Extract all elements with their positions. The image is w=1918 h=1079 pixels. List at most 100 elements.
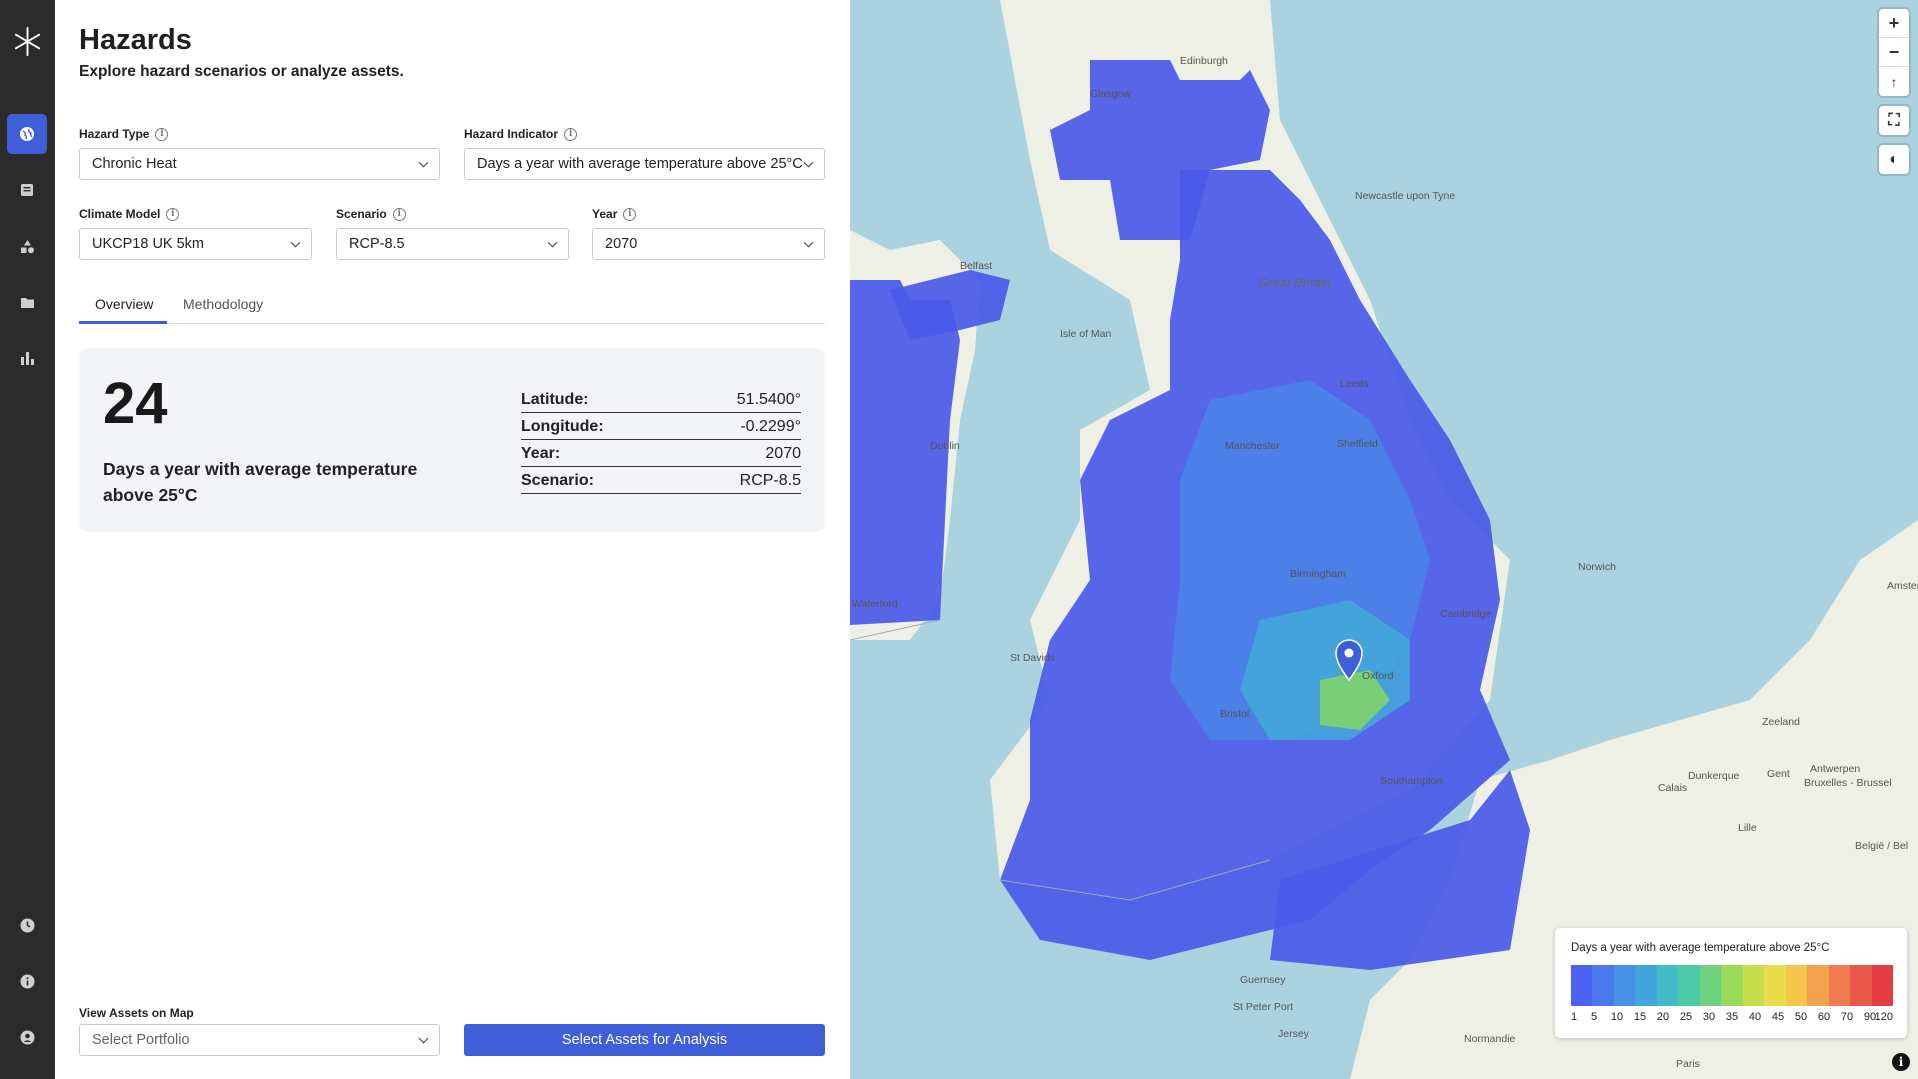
detail-key: Year:: [521, 445, 561, 462]
climate-model-value: UKCP18 UK 5km: [92, 236, 205, 252]
legend-tick-label: 45: [1771, 1011, 1785, 1023]
chevron-down-icon: [803, 157, 814, 167]
legend-tick-label: 40: [1748, 1011, 1762, 1023]
tab-methodology[interactable]: Methodology: [183, 296, 263, 312]
year-select[interactable]: 2070: [592, 228, 825, 260]
map-style-button[interactable]: ◐: [1879, 145, 1909, 174]
map-label-bruxelles: Bruxelles - Brussel: [1804, 777, 1892, 789]
attribution-info-icon[interactable]: i: [1892, 1053, 1910, 1071]
map-label-sheffield: Sheffield: [1337, 438, 1378, 450]
legend-swatch: [1678, 965, 1700, 1006]
hazard-type-select[interactable]: Chronic Heat: [79, 148, 440, 180]
legend-tick-label: 30: [1702, 1011, 1716, 1023]
detail-tabs: Overview Methodology: [79, 288, 825, 324]
map-label-guernsey: Guernsey: [1240, 974, 1286, 986]
bar-chart-icon: [20, 352, 34, 365]
map-label-leeds: Leeds: [1340, 378, 1369, 390]
map-label-glasgow: Glasgow: [1090, 88, 1131, 100]
map-label-cambridge: Cambridge: [1440, 608, 1492, 620]
nav-analytics[interactable]: [7, 338, 47, 378]
legend-swatch: [1613, 965, 1636, 1006]
hazard-indicator-select[interactable]: Days a year with average temperature abo…: [464, 148, 825, 180]
style-control: ◐: [1879, 145, 1909, 174]
nav-folders[interactable]: [7, 282, 47, 322]
view-assets-label: View Assets on Map: [79, 1006, 194, 1020]
scenario-label: Scenario i: [336, 207, 406, 221]
fullscreen-button[interactable]: ⛶: [1879, 106, 1909, 135]
legend-swatch: [1571, 965, 1593, 1006]
legend-swatch: [1764, 965, 1786, 1006]
map-label-normandie: Normandie: [1464, 1033, 1516, 1045]
hazard-type-label-text: Hazard Type: [79, 127, 150, 141]
legend-swatch: [1592, 965, 1614, 1006]
zoom-out-button[interactable]: −: [1879, 38, 1909, 67]
active-tab-indicator: [79, 321, 167, 324]
nav-history[interactable]: [7, 905, 47, 945]
legend-swatch: [1807, 965, 1829, 1006]
zoom-controls: + − ↑: [1879, 9, 1909, 96]
legend-tick-label: 60: [1817, 1011, 1831, 1023]
nav-info[interactable]: [7, 961, 47, 1001]
scenario-value: RCP-8.5: [349, 236, 405, 252]
hazard-indicator-label: Hazard Indicator i: [464, 127, 578, 141]
info-icon[interactable]: i: [392, 207, 406, 221]
map-label-waterford: Waterford: [852, 598, 898, 610]
detail-row: Longitude: -0.2299°: [521, 413, 801, 440]
hazard-value: 24: [103, 371, 168, 436]
reset-north-button[interactable]: ↑: [1879, 67, 1909, 96]
chevron-down-icon: [418, 157, 429, 167]
map-legend: Days a year with average temperature abo…: [1555, 928, 1907, 1038]
clock-icon: [20, 918, 34, 932]
hazard-type-label: Hazard Type i: [79, 127, 169, 141]
detail-row: Scenario: RCP-8.5: [521, 467, 801, 494]
map-canvas[interactable]: [850, 0, 1918, 1079]
map-label-gent: Gent: [1767, 768, 1790, 780]
legend-color-scale: [1571, 965, 1894, 1006]
tab-overview[interactable]: Overview: [95, 296, 153, 312]
detail-key: Longitude:: [521, 418, 604, 435]
nav-hazard-shapes[interactable]: [7, 226, 47, 266]
detail-value: RCP-8.5: [739, 472, 801, 489]
map-label-antwerpen: Antwerpen: [1810, 763, 1861, 775]
info-icon[interactable]: i: [155, 127, 169, 141]
scenario-select[interactable]: RCP-8.5: [336, 228, 569, 260]
hazard-metric-label: Days a year with average temperature abo…: [103, 459, 418, 505]
climate-model-label-text: Climate Model: [79, 207, 161, 221]
detail-key: Latitude:: [521, 391, 589, 408]
legend-swatch: [1871, 965, 1894, 1006]
nav-rail: [0, 0, 55, 1079]
map-label-edinburgh: Edinburgh: [1180, 55, 1228, 67]
legend-swatch: [1656, 965, 1679, 1006]
account-icon: [20, 1030, 34, 1044]
hazard-indicator-value: Days a year with average temperature abo…: [477, 156, 803, 172]
map-label-isle-of-man: Isle of Man: [1060, 328, 1112, 340]
legend-tick-label: 10: [1610, 1011, 1624, 1023]
hazard-map[interactable]: Great Britain Isle of Man Dublin Manches…: [850, 0, 1918, 1079]
select-assets-button[interactable]: Select Assets for Analysis: [464, 1024, 825, 1056]
chevron-down-icon: [418, 1033, 429, 1043]
map-label-amsterdam: Amster: [1887, 580, 1918, 592]
detail-value: -0.2299°: [740, 418, 801, 435]
app-logo[interactable]: [12, 26, 43, 57]
legend-tick-label: 1: [1571, 1011, 1578, 1023]
climate-model-select[interactable]: UKCP18 UK 5km: [79, 228, 312, 260]
nav-hazards[interactable]: [7, 114, 47, 154]
portfolio-select[interactable]: Select Portfolio: [79, 1024, 440, 1056]
globe-icon: [20, 127, 34, 141]
legend-tick-label: 5: [1590, 1011, 1598, 1023]
map-label-manchester: Manchester: [1225, 440, 1280, 452]
map-label-great-britain: Great Britain: [1258, 275, 1331, 290]
info-icon[interactable]: i: [623, 207, 637, 221]
map-label-southampton: Southampton: [1380, 775, 1443, 787]
map-label-norwich: Norwich: [1578, 561, 1616, 573]
year-label: Year i: [592, 207, 637, 221]
nav-account[interactable]: [7, 1017, 47, 1057]
info-icon[interactable]: i: [166, 207, 180, 221]
map-label-dublin: Dublin: [930, 440, 960, 452]
zoom-in-button[interactable]: +: [1879, 9, 1909, 38]
info-icon[interactable]: i: [564, 127, 578, 141]
legend-swatch: [1785, 965, 1808, 1006]
year-value: 2070: [605, 236, 638, 252]
nav-reports[interactable]: [7, 170, 47, 210]
legend-tick-label: 50: [1794, 1011, 1808, 1023]
